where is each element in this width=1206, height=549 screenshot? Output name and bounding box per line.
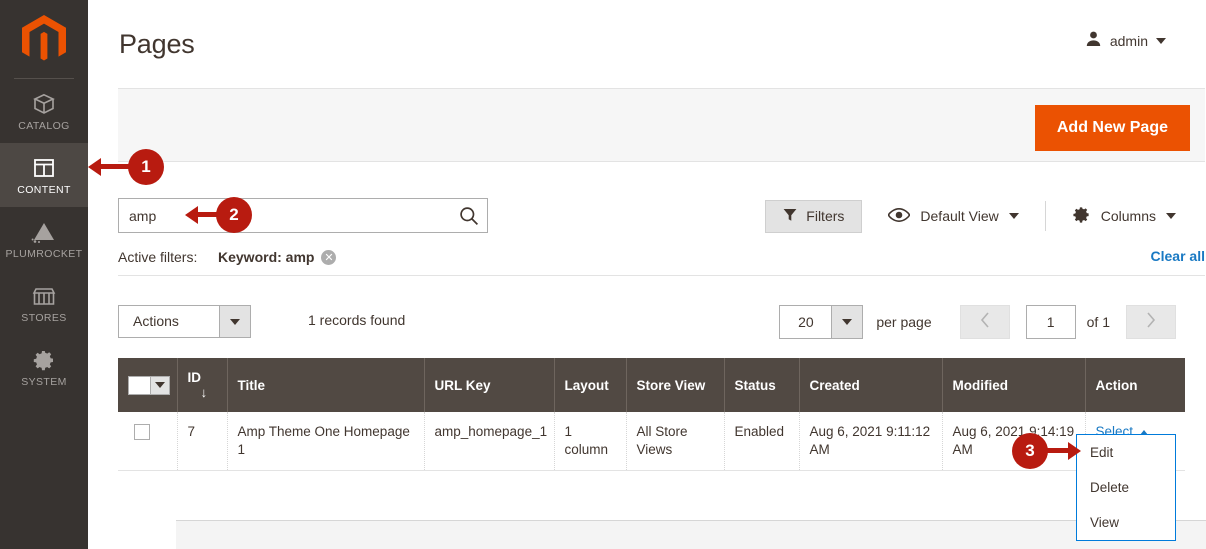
chevron-down-icon xyxy=(219,305,251,338)
action-dropdown-menu: Edit Delete View xyxy=(1076,434,1176,541)
cell-layout: 1 column xyxy=(554,412,626,471)
page-total-label: of 1 xyxy=(1087,314,1110,330)
checkbox-dropdown-icon[interactable] xyxy=(128,376,170,395)
account-menu[interactable]: admin xyxy=(1085,30,1166,52)
callout-badge-1: 1 xyxy=(128,149,164,185)
filter-chip-label: Keyword: amp xyxy=(218,249,314,265)
default-view-control[interactable]: Default View xyxy=(888,208,1018,225)
magento-logo[interactable] xyxy=(0,0,88,78)
sidebar-item-label: STORES xyxy=(21,313,66,324)
sidebar-item-label: SYSTEM xyxy=(21,377,67,388)
cell-url-key: amp_homepage_1 xyxy=(424,412,554,471)
sidebar-item-plumrocket[interactable]: PLUMROCKET xyxy=(0,207,88,271)
per-page-dropdown[interactable]: 20 xyxy=(779,305,863,339)
next-page-button[interactable] xyxy=(1126,305,1176,339)
default-view-label: Default View xyxy=(920,208,998,224)
callout-badge-3: 3 xyxy=(1012,433,1048,469)
active-filters-row: Active filters: Keyword: amp ✕ Clear all xyxy=(118,244,1205,276)
page-number-input[interactable] xyxy=(1026,305,1076,339)
grid-header-url-key[interactable]: URL Key xyxy=(424,358,554,412)
page-header: Pages admin xyxy=(88,0,1206,88)
filter-chip: Keyword: amp ✕ xyxy=(218,249,336,265)
cell-store-view: All Store Views xyxy=(626,412,724,471)
add-new-page-button[interactable]: Add New Page xyxy=(1035,105,1190,151)
chevron-down-icon xyxy=(1166,213,1176,219)
sidebar: CATALOG CONTENT PLUMROCKET xyxy=(0,0,88,549)
bottom-band xyxy=(176,521,1206,549)
active-filters-label: Active filters: xyxy=(118,249,197,265)
search-box[interactable] xyxy=(118,198,488,233)
layout-icon xyxy=(32,154,56,180)
callout-badge-2: 2 xyxy=(216,197,252,233)
action-menu-item-delete[interactable]: Delete xyxy=(1077,470,1175,505)
pyramid-icon xyxy=(31,218,57,244)
pager-row: Actions 1 records found 20 per page xyxy=(88,290,1206,350)
actions-label: Actions xyxy=(118,305,219,338)
store-icon xyxy=(31,282,57,308)
callout-3-arrow-head xyxy=(1068,442,1081,460)
filters-button[interactable]: Filters xyxy=(765,200,862,233)
gear-icon xyxy=(1072,205,1091,227)
sidebar-item-stores[interactable]: STORES xyxy=(0,271,88,335)
cell-id: 7 xyxy=(177,412,227,471)
grid-header-created[interactable]: Created xyxy=(799,358,942,412)
grid-header-status[interactable]: Status xyxy=(724,358,799,412)
grid-header-label: ID xyxy=(188,370,202,385)
previous-page-button[interactable] xyxy=(960,305,1010,339)
chevron-down-icon xyxy=(831,305,863,339)
box-icon xyxy=(32,90,56,116)
sidebar-item-label: CATALOG xyxy=(18,121,69,132)
columns-label: Columns xyxy=(1101,208,1156,224)
sidebar-item-catalog[interactable]: CATALOG xyxy=(0,79,88,143)
actions-dropdown[interactable]: Actions xyxy=(118,305,251,338)
sidebar-item-content[interactable]: CONTENT xyxy=(0,143,88,207)
account-name: admin xyxy=(1110,33,1148,49)
row-checkbox-cell[interactable] xyxy=(118,412,177,471)
chevron-down-icon xyxy=(1156,38,1166,44)
per-page-value: 20 xyxy=(779,305,831,339)
chevron-down-icon xyxy=(1009,213,1019,219)
cell-created: Aug 6, 2021 9:11:12 AM xyxy=(799,412,942,471)
grid-header-massaction[interactable] xyxy=(118,358,177,412)
cell-status: Enabled xyxy=(724,412,799,471)
sort-desc-icon: ↓ xyxy=(201,385,208,400)
page-title: Pages xyxy=(119,29,195,60)
grid-header-action: Action xyxy=(1085,358,1185,412)
row-checkbox[interactable] xyxy=(134,424,150,440)
chevron-right-icon xyxy=(1146,312,1156,333)
funnel-icon xyxy=(783,208,797,225)
grid-header-layout[interactable]: Layout xyxy=(554,358,626,412)
grid-header-row: ID ↓ Title URL Key Layout Store View Sta… xyxy=(118,358,1185,412)
action-menu-item-edit[interactable]: Edit xyxy=(1077,435,1175,470)
user-icon xyxy=(1085,30,1102,52)
records-found-text: 1 records found xyxy=(308,312,405,328)
magento-logo-icon xyxy=(22,15,66,63)
sidebar-item-label: CONTENT xyxy=(17,185,71,196)
search-icon[interactable] xyxy=(459,206,479,231)
cell-title: Amp Theme One Homepage 1 xyxy=(227,412,424,471)
callout-1-arrow-line xyxy=(100,164,130,169)
grid-header-modified[interactable]: Modified xyxy=(942,358,1085,412)
per-page-label: per page xyxy=(876,314,931,330)
sidebar-item-label: PLUMROCKET xyxy=(6,249,83,260)
callout-3-arrow-line xyxy=(1046,448,1070,453)
grid-header-store-view[interactable]: Store View xyxy=(626,358,724,412)
search-row: Filters Default View xyxy=(88,162,1206,240)
page-actions-band: Add New Page xyxy=(118,88,1205,162)
view-controls: Filters Default View xyxy=(765,198,1176,234)
pagination: 20 per page of 1 xyxy=(779,305,1176,339)
sidebar-item-system[interactable]: SYSTEM xyxy=(0,335,88,399)
controls-divider xyxy=(1045,201,1046,231)
close-circle-icon[interactable]: ✕ xyxy=(321,250,336,265)
action-menu-item-view[interactable]: View xyxy=(1077,505,1175,540)
filters-label: Filters xyxy=(806,208,844,224)
eye-icon xyxy=(888,208,910,225)
grid-header-title[interactable]: Title xyxy=(227,358,424,412)
search-input[interactable] xyxy=(129,199,449,232)
grid-header-id[interactable]: ID ↓ xyxy=(177,358,227,412)
chevron-left-icon xyxy=(980,312,990,333)
gear-icon xyxy=(32,346,56,372)
columns-control[interactable]: Columns xyxy=(1072,205,1176,227)
clear-all-link[interactable]: Clear all xyxy=(1151,248,1205,264)
